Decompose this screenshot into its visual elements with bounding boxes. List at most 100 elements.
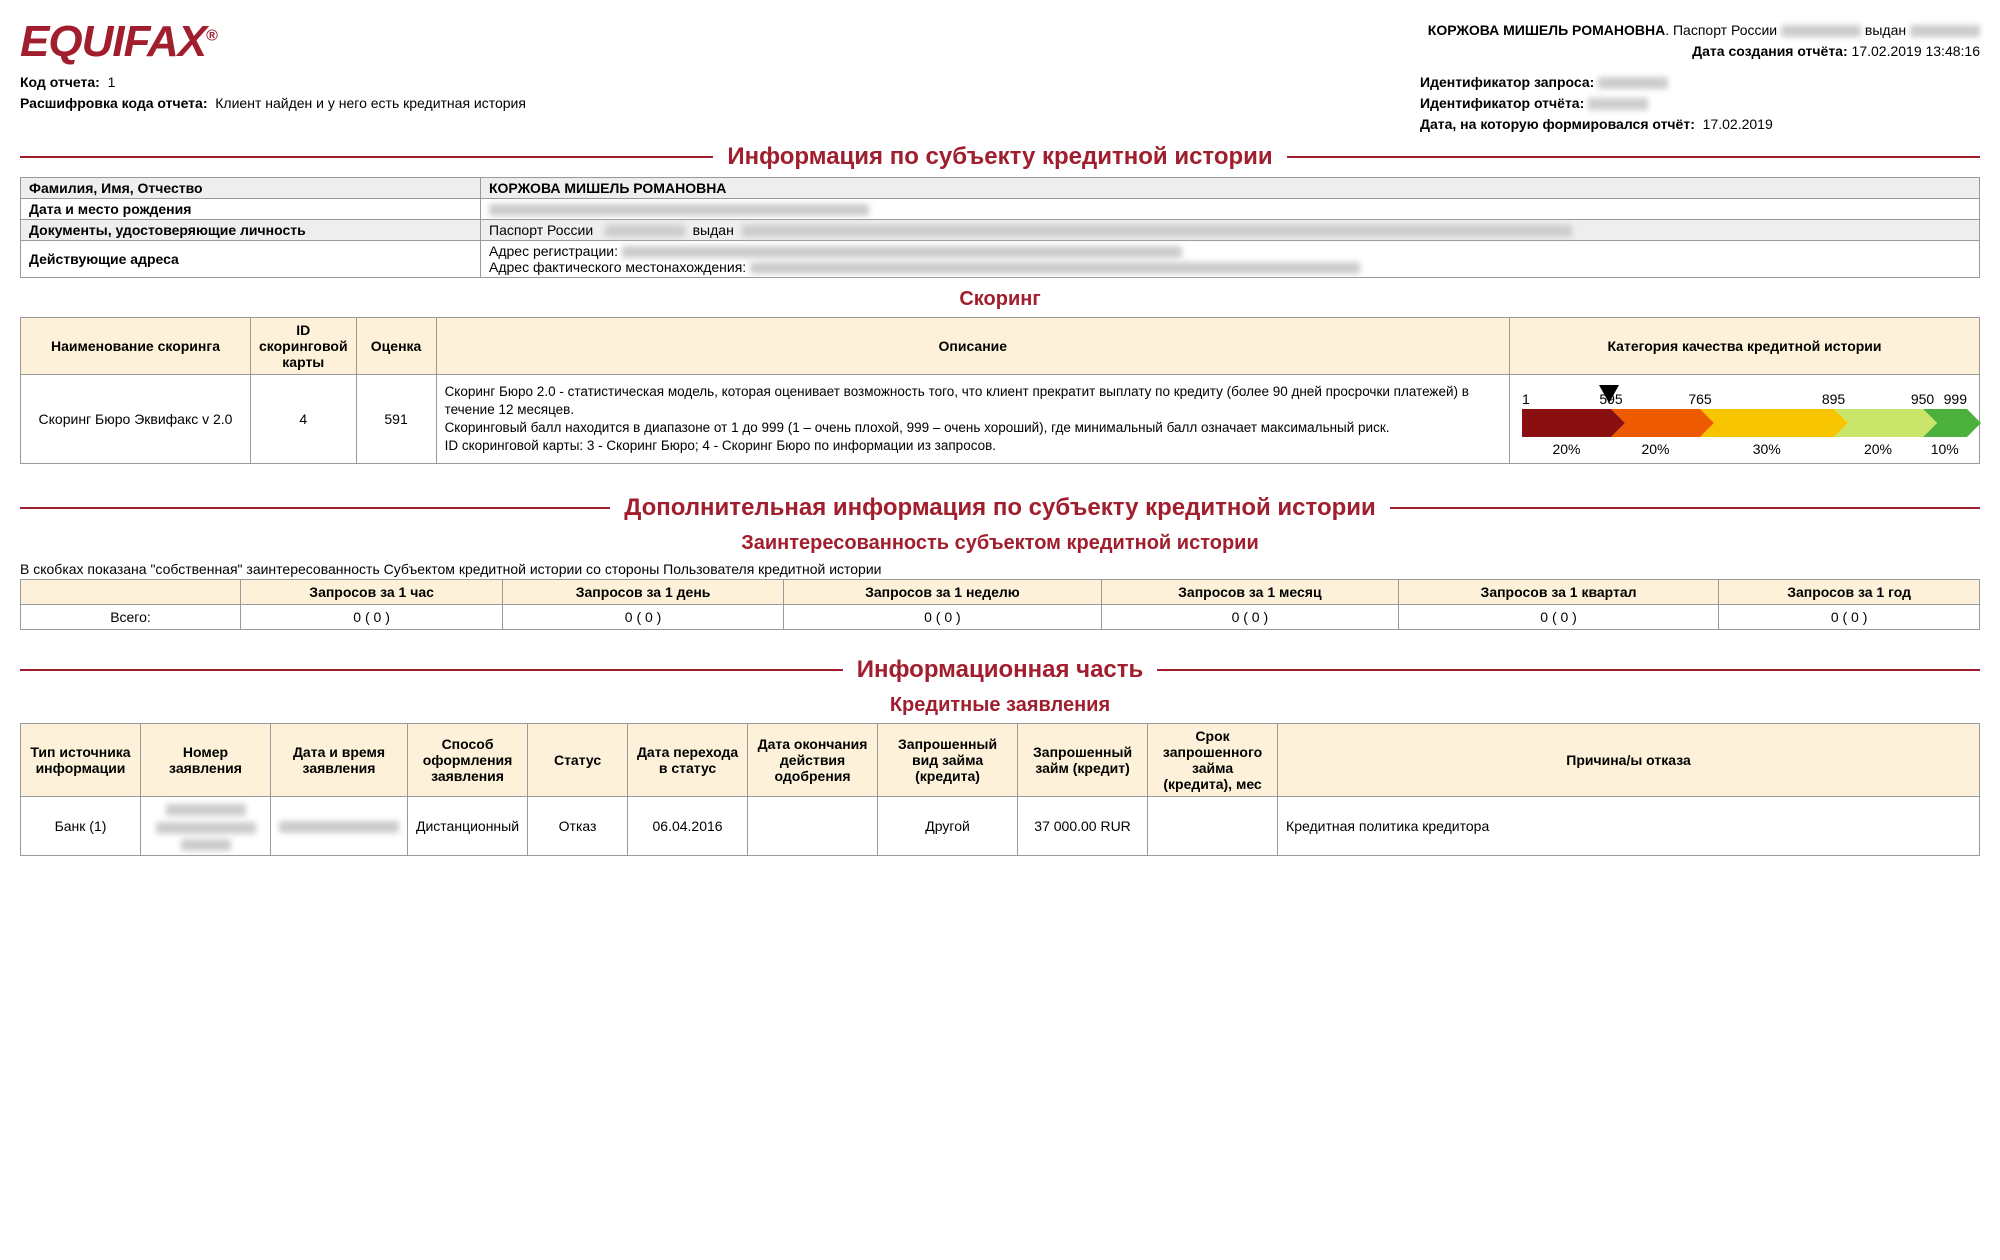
redacted: xx <box>1598 77 1668 89</box>
gauge-pct-label: 20% <box>1522 441 1611 457</box>
report-header: EQUIFAX® КОРЖОВА МИШЕЛЬ РОМАНОВНА. Паспо… <box>20 20 1980 64</box>
col-name: Наименование скоринга <box>21 318 251 375</box>
interest-row-label: Всего: <box>21 605 241 630</box>
col-header: Дата перехода в статус <box>628 724 748 797</box>
desc-line: ID скоринговой карты: 3 - Скоринг Бюро; … <box>445 437 1501 455</box>
col-score: Оценка <box>356 318 436 375</box>
col-header: Запросов за 1 неделю <box>783 580 1101 605</box>
gauge-tick: 999 <box>1944 391 1967 407</box>
col-header <box>21 580 241 605</box>
scoring-gauge: 1595765895950999 20%20%30%20%10% <box>1518 379 1971 459</box>
fio-value: КОРЖОВА МИШЕЛЬ РОМАНОВНА <box>481 178 1980 199</box>
table-header-row: Запросов за 1 часЗапросов за 1 деньЗапро… <box>21 580 1980 605</box>
col-header: Причина/ы отказа <box>1278 724 1980 797</box>
report-date-value: 17.02.2019 13:48:16 <box>1852 43 1980 59</box>
section-divider: Информационная часть <box>20 656 1980 684</box>
section-divider: Дополнительная информация по субъекту кр… <box>20 494 1980 522</box>
equifax-logo: EQUIFAX® <box>20 20 217 64</box>
fio-label: Фамилия, Имя, Отчество <box>21 178 481 199</box>
section-title-info: Информационная часть <box>843 656 1158 684</box>
app-source: Банк (1) <box>21 797 141 856</box>
app-end-date <box>748 797 878 856</box>
redacted: xx <box>742 225 1572 237</box>
decode-value: Клиент найден и у него есть кредитная ис… <box>215 95 526 111</box>
report-date-label: Дата создания отчёта: <box>1692 43 1847 59</box>
gauge-segment <box>1522 409 1611 437</box>
app-status-date: 06.04.2016 <box>628 797 748 856</box>
col-header: Запрошенный вид займа (кредита) <box>878 724 1018 797</box>
interest-value: 0 ( 0 ) <box>241 605 503 630</box>
section-title-subject: Информация по субъекту кредитной истории <box>713 143 1286 171</box>
app-number: x x x <box>141 797 271 856</box>
table-row: Скоринг Бюро Эквифакс v 2.0 4 591 Скорин… <box>21 375 1980 464</box>
gauge-pct-label: 30% <box>1700 441 1834 457</box>
gauge-tick: 765 <box>1688 391 1711 407</box>
col-header: Дата окончания действия одобрения <box>748 724 878 797</box>
doc-issued: выдан <box>693 222 734 238</box>
app-method: Дистанционный <box>408 797 528 856</box>
gauge-percentages: 20%20%30%20%10% <box>1522 441 1967 457</box>
asof-label: Дата, на которую формировался отчёт: <box>1420 116 1695 132</box>
asof-value: 17.02.2019 <box>1703 116 1773 132</box>
app-reason: Кредитная политика кредитора <box>1278 797 1980 856</box>
col-header: Дата и время заявления <box>271 724 408 797</box>
table-header-row: Наименование скоринга ID скоринговой кар… <box>21 318 1980 375</box>
subject-info-table: Фамилия, Имя, Отчество КОРЖОВА МИШЕЛЬ РО… <box>20 177 1980 278</box>
interest-value: 0 ( 0 ) <box>783 605 1101 630</box>
app-term <box>1148 797 1278 856</box>
table-row: Всего:0 ( 0 )0 ( 0 )0 ( 0 )0 ( 0 )0 ( 0 … <box>21 605 1980 630</box>
interest-value: 0 ( 0 ) <box>1719 605 1980 630</box>
docs-label: Документы, удостоверяющие личность <box>21 220 481 241</box>
table-row: Действующие адреса Адрес регистрации: xx… <box>21 241 1980 278</box>
report-id-label: Идентификатор отчёта: <box>1420 95 1584 111</box>
gauge-ticks: 1595765895950999 <box>1522 385 1967 407</box>
applications-title: Кредитные заявления <box>20 694 1980 717</box>
app-datetime: x <box>271 797 408 856</box>
col-header: Запросов за 1 год <box>1719 580 1980 605</box>
col-header: Статус <box>528 724 628 797</box>
issued-label: выдан <box>1865 22 1906 38</box>
col-header: Срок запрошенного займа (кредита), мес <box>1148 724 1278 797</box>
redacted: x <box>156 822 256 834</box>
interest-title: Заинтересованность субъектом кредитной и… <box>20 532 1980 555</box>
scoring-description: Скоринг Бюро 2.0 - статистическая модель… <box>436 375 1509 464</box>
scoring-title: Скоринг <box>20 288 1980 311</box>
addr-label: Действующие адреса <box>21 241 481 278</box>
redacted: xx <box>1588 98 1648 110</box>
gauge-chevrons <box>1522 409 1967 437</box>
table-row: Банк (1) x x x x Дистанционный Отказ 06.… <box>21 797 1980 856</box>
interest-table: Запросов за 1 часЗапросов за 1 деньЗапро… <box>20 579 1980 630</box>
doc-prefix: Паспорт России <box>489 222 593 238</box>
scoring-name: Скоринг Бюро Эквифакс v 2.0 <box>21 375 251 464</box>
col-category: Категория качества кредитной истории <box>1510 318 1980 375</box>
table-row: Дата и место рождения xx <box>21 199 1980 220</box>
table-row: Документы, удостоверяющие личность Паспо… <box>21 220 1980 241</box>
app-amount: 37 000.00 RUR <box>1018 797 1148 856</box>
scoring-table: Наименование скоринга ID скоринговой кар… <box>20 317 1980 464</box>
meta-block: Код отчета: 1 Расшифровка кода отчета: К… <box>20 72 1980 135</box>
person-name: КОРЖОВА МИШЕЛЬ РОМАНОВНА <box>1428 22 1665 38</box>
redacted: x <box>279 821 399 833</box>
gauge-pct-label: 20% <box>1611 441 1700 457</box>
interest-value: 0 ( 0 ) <box>1398 605 1718 630</box>
table-row: Фамилия, Имя, Отчество КОРЖОВА МИШЕЛЬ РО… <box>21 178 1980 199</box>
redacted: x <box>181 839 231 851</box>
registered-icon: ® <box>206 27 217 44</box>
addr-reg-label: Адрес регистрации: <box>489 243 618 259</box>
gauge-pct-label: 20% <box>1834 441 1923 457</box>
addr-fact-label: Адрес фактического местонахождения: <box>489 259 746 275</box>
col-card-id: ID скоринговой карты <box>251 318 357 375</box>
scoring-card-id: 4 <box>251 375 357 464</box>
dob-label: Дата и место рождения <box>21 199 481 220</box>
applications-table: Тип источника информацииНомер заявленияД… <box>20 723 1980 856</box>
redacted: xxxx <box>1781 25 1861 37</box>
request-id-label: Идентификатор запроса: <box>1420 74 1594 90</box>
scoring-gauge-cell: 1595765895950999 20%20%30%20%10% <box>1510 375 1980 464</box>
desc-line: Скоринговый балл находится в диапазоне о… <box>445 419 1501 437</box>
gauge-segment <box>1700 409 1834 437</box>
col-header: Тип источника информации <box>21 724 141 797</box>
app-loan-type: Другой <box>878 797 1018 856</box>
gauge-tick: 950 <box>1911 391 1934 407</box>
interest-value: 0 ( 0 ) <box>1101 605 1398 630</box>
col-header: Номер заявления <box>141 724 271 797</box>
